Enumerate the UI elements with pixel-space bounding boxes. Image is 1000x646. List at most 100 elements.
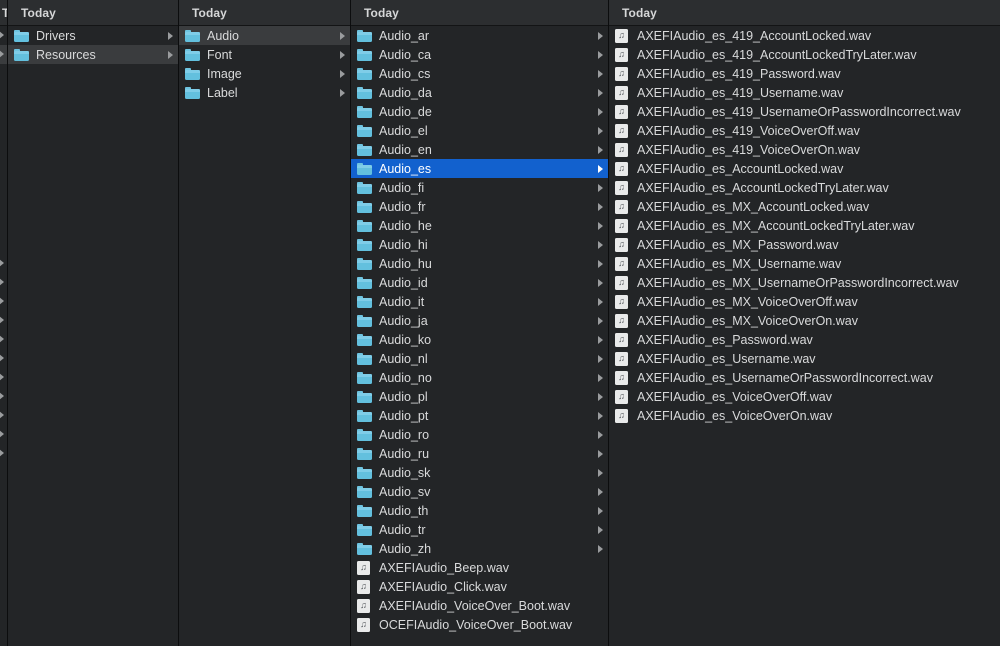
- disclosure-arrow-icon[interactable]: [594, 525, 604, 535]
- list-item[interactable]: Audio_pt: [351, 406, 608, 425]
- list-item[interactable]: Audio_zh: [351, 539, 608, 558]
- disclosure-arrow-icon[interactable]: [594, 221, 604, 231]
- list-item[interactable]: Label: [179, 83, 350, 102]
- list-item[interactable]: ♫ AXEFIAudio_es_UsernameOrPasswordIncorre…: [609, 368, 1000, 387]
- list-item[interactable]: Audio_th: [351, 501, 608, 520]
- list-item[interactable]: ♫ AXEFIAudio_es_419_VoiceOverOn.wav: [609, 140, 1000, 159]
- list-item[interactable]: ♫ AXEFIAudio_es_419_Password.wav: [609, 64, 1000, 83]
- list-item[interactable]: ♫ AXEFIAudio_Beep.wav: [351, 558, 608, 577]
- disclosure-arrow-icon[interactable]: [0, 26, 7, 45]
- disclosure-arrow-icon[interactable]: [0, 273, 7, 292]
- list-item[interactable]: Audio_de: [351, 102, 608, 121]
- list-item[interactable]: ♫ AXEFIAudio_es_VoiceOverOff.wav: [609, 387, 1000, 406]
- list-item[interactable]: ♫ AXEFIAudio_es_AccountLocked.wav: [609, 159, 1000, 178]
- list-item[interactable]: ♫ AXEFIAudio_es_419_AccountLockedTryLater…: [609, 45, 1000, 64]
- list-item[interactable]: Audio_cs: [351, 64, 608, 83]
- disclosure-arrow-icon[interactable]: [594, 544, 604, 554]
- list-item[interactable]: ♫ AXEFIAudio_es_419_VoiceOverOff.wav: [609, 121, 1000, 140]
- disclosure-arrow-icon[interactable]: [0, 406, 7, 425]
- disclosure-arrow-icon[interactable]: [594, 354, 604, 364]
- list-item[interactable]: ♫ AXEFIAudio_es_MX_Password.wav: [609, 235, 1000, 254]
- list-item[interactable]: ♫ AXEFIAudio_Click.wav: [351, 577, 608, 596]
- list-item[interactable]: Audio_pl: [351, 387, 608, 406]
- list-item[interactable]: Audio_ar: [351, 26, 608, 45]
- list-item[interactable]: Audio_it: [351, 292, 608, 311]
- list-item[interactable]: Audio_fr: [351, 197, 608, 216]
- disclosure-arrow-icon[interactable]: [594, 449, 604, 459]
- list-item[interactable]: Audio_ro: [351, 425, 608, 444]
- list-item[interactable]: ♫ AXEFIAudio_es_Username.wav: [609, 349, 1000, 368]
- disclosure-arrow-icon[interactable]: [0, 311, 7, 330]
- disclosure-arrow-icon[interactable]: [336, 88, 346, 98]
- disclosure-arrow-icon[interactable]: [0, 425, 7, 444]
- list-item[interactable]: Audio_no: [351, 368, 608, 387]
- list-item[interactable]: Image: [179, 64, 350, 83]
- list-item[interactable]: ♫ AXEFIAudio_es_MX_AccountLocked.wav: [609, 197, 1000, 216]
- list-item[interactable]: ♫ AXEFIAudio_es_419_UsernameOrPasswordInc…: [609, 102, 1000, 121]
- disclosure-arrow-icon[interactable]: [594, 107, 604, 117]
- disclosure-arrow-icon[interactable]: [594, 164, 604, 174]
- list-item[interactable]: ♫ AXEFIAudio_es_AccountLockedTryLater.wav: [609, 178, 1000, 197]
- list-item[interactable]: ♫ AXEFIAudio_es_MX_VoiceOverOn.wav: [609, 311, 1000, 330]
- disclosure-arrow-icon[interactable]: [594, 430, 604, 440]
- disclosure-arrow-icon[interactable]: [594, 202, 604, 212]
- list-item[interactable]: ♫ OCEFIAudio_VoiceOver_Boot.wav: [351, 615, 608, 634]
- disclosure-arrow-icon[interactable]: [594, 487, 604, 497]
- list-item[interactable]: Audio_id: [351, 273, 608, 292]
- disclosure-arrow-icon[interactable]: [0, 387, 7, 406]
- disclosure-arrow-icon[interactable]: [594, 50, 604, 60]
- disclosure-arrow-icon[interactable]: [594, 335, 604, 345]
- disclosure-arrow-icon[interactable]: [0, 368, 7, 387]
- list-item[interactable]: Drivers: [8, 26, 178, 45]
- disclosure-arrow-icon[interactable]: [594, 468, 604, 478]
- list-item[interactable]: Audio_he: [351, 216, 608, 235]
- disclosure-arrow-icon[interactable]: [594, 88, 604, 98]
- list-item[interactable]: Audio_ja: [351, 311, 608, 330]
- list-item[interactable]: Audio_da: [351, 83, 608, 102]
- list-item[interactable]: ♫ AXEFIAudio_es_419_Username.wav: [609, 83, 1000, 102]
- list-item[interactable]: Audio_hi: [351, 235, 608, 254]
- disclosure-arrow-icon[interactable]: [0, 254, 7, 273]
- list-item[interactable]: Audio_hu: [351, 254, 608, 273]
- disclosure-arrow-icon[interactable]: [594, 259, 604, 269]
- disclosure-arrow-icon[interactable]: [0, 349, 7, 368]
- disclosure-arrow-icon[interactable]: [0, 292, 7, 311]
- list-item[interactable]: ♫ AXEFIAudio_es_419_AccountLocked.wav: [609, 26, 1000, 45]
- disclosure-arrow-icon[interactable]: [594, 240, 604, 250]
- disclosure-arrow-icon[interactable]: [594, 278, 604, 288]
- disclosure-arrow-icon[interactable]: [336, 50, 346, 60]
- list-item[interactable]: ♫ AXEFIAudio_VoiceOver_Boot.wav: [351, 596, 608, 615]
- disclosure-arrow-icon[interactable]: [594, 373, 604, 383]
- disclosure-arrow-icon[interactable]: [164, 50, 174, 60]
- disclosure-arrow-icon[interactable]: [594, 69, 604, 79]
- disclosure-arrow-icon[interactable]: [594, 411, 604, 421]
- list-item[interactable]: ♫ AXEFIAudio_es_MX_UsernameOrPasswordInco…: [609, 273, 1000, 292]
- disclosure-arrow-icon[interactable]: [594, 183, 604, 193]
- list-item[interactable]: Audio_el: [351, 121, 608, 140]
- list-item[interactable]: Audio_ru: [351, 444, 608, 463]
- disclosure-arrow-icon[interactable]: [594, 297, 604, 307]
- disclosure-arrow-icon[interactable]: [0, 45, 7, 64]
- list-item[interactable]: Audio_nl: [351, 349, 608, 368]
- list-item[interactable]: Audio_es: [351, 159, 608, 178]
- list-item[interactable]: ♫ AXEFIAudio_es_VoiceOverOn.wav: [609, 406, 1000, 425]
- list-item[interactable]: Resources: [8, 45, 178, 64]
- list-item[interactable]: Audio_ko: [351, 330, 608, 349]
- list-item[interactable]: Audio_fi: [351, 178, 608, 197]
- list-item[interactable]: Audio_tr: [351, 520, 608, 539]
- disclosure-arrow-icon[interactable]: [0, 444, 7, 463]
- list-item[interactable]: Audio_sk: [351, 463, 608, 482]
- disclosure-arrow-icon[interactable]: [594, 506, 604, 516]
- disclosure-arrow-icon[interactable]: [336, 31, 346, 41]
- list-item[interactable]: Audio_en: [351, 140, 608, 159]
- disclosure-arrow-icon[interactable]: [594, 126, 604, 136]
- disclosure-arrow-icon[interactable]: [336, 69, 346, 79]
- list-item[interactable]: ♫ AXEFIAudio_es_Password.wav: [609, 330, 1000, 349]
- list-item[interactable]: Audio: [179, 26, 350, 45]
- disclosure-arrow-icon[interactable]: [594, 145, 604, 155]
- list-item[interactable]: Font: [179, 45, 350, 64]
- list-item[interactable]: ♫ AXEFIAudio_es_MX_Username.wav: [609, 254, 1000, 273]
- disclosure-arrow-icon[interactable]: [594, 316, 604, 326]
- disclosure-arrow-icon[interactable]: [594, 392, 604, 402]
- list-item[interactable]: ♫ AXEFIAudio_es_MX_AccountLockedTryLater.…: [609, 216, 1000, 235]
